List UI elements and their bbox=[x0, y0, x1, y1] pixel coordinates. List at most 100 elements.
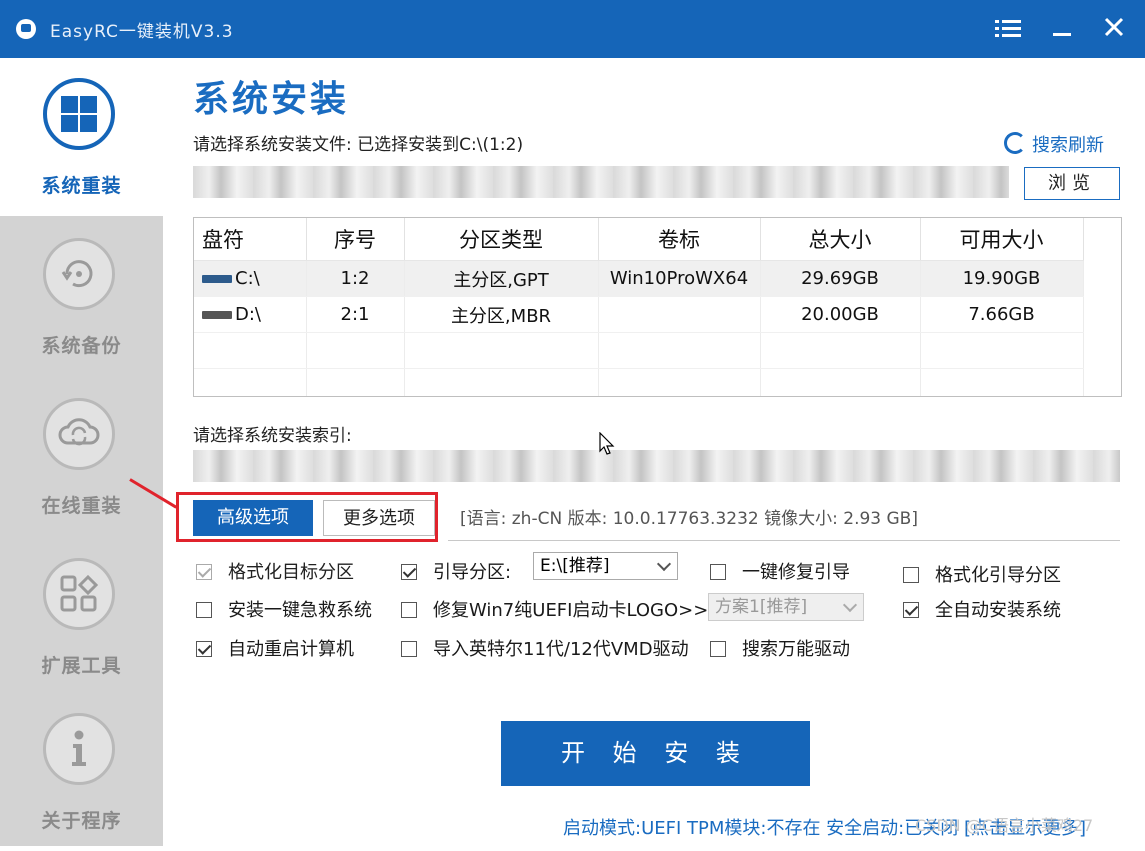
repair-boot-checkbox[interactable]: 一键修复引导 bbox=[710, 558, 850, 584]
watermark: CSDN @C语言小菜鸡27 bbox=[915, 816, 1094, 835]
drive-icon bbox=[202, 275, 232, 283]
sidebar-item-label: 扩展工具 bbox=[41, 655, 122, 677]
tab-more-options[interactable]: 更多选项 bbox=[323, 500, 435, 536]
column-header[interactable]: 序号 bbox=[306, 218, 405, 261]
checkbox-icon bbox=[401, 602, 417, 618]
drive-letter: D:\ bbox=[235, 304, 261, 325]
option-label: 格式化引导分区 bbox=[935, 565, 1061, 586]
cloud-sync-icon bbox=[43, 398, 115, 470]
repair-win7-checkbox[interactable]: 修复Win7纯UEFI启动卡LOGO>> bbox=[401, 596, 708, 622]
volume-label bbox=[598, 296, 761, 333]
option-label: 导入英特尔11代/12代VMD驱动 bbox=[433, 639, 689, 660]
refresh-button[interactable]: 搜索刷新 bbox=[1004, 131, 1104, 157]
table-row-empty bbox=[194, 332, 1084, 369]
boot-partition-checkbox[interactable]: 引导分区: bbox=[401, 558, 511, 584]
auto-install-checkbox[interactable]: 全自动安装系统 bbox=[903, 596, 1061, 622]
column-header[interactable]: 分区类型 bbox=[404, 218, 599, 261]
install-file-path-field[interactable] bbox=[193, 166, 1009, 198]
menu-icon[interactable] bbox=[992, 14, 1024, 44]
image-info-text: [语言: zh-CN 版本: 10.0.17763.3232 镜像大小: 2.9… bbox=[460, 509, 918, 529]
drive-icon bbox=[202, 311, 232, 319]
checkbox-icon bbox=[903, 567, 919, 583]
auto-reboot-checkbox[interactable]: 自动重启计算机 bbox=[196, 635, 354, 661]
total-size: 29.69GB bbox=[760, 260, 921, 297]
chevron-down-icon bbox=[842, 597, 858, 613]
select-value: 方案1[推荐] bbox=[715, 597, 808, 617]
total-size: 20.00GB bbox=[760, 296, 921, 333]
checkbox-icon bbox=[710, 564, 726, 580]
sidebar-item-system-reinstall[interactable]: 系统重装 bbox=[0, 58, 163, 216]
partition-index: 2:1 bbox=[306, 296, 405, 333]
sidebar-item-label: 在线重装 bbox=[41, 495, 122, 517]
chevron-down-icon bbox=[656, 556, 672, 572]
checkbox-icon bbox=[196, 564, 212, 580]
checkbox-icon bbox=[903, 602, 919, 618]
windows-icon bbox=[43, 78, 115, 150]
sidebar-item-extension-tools[interactable]: 扩展工具 bbox=[0, 538, 163, 696]
boot-partition-select[interactable]: E:\[推荐] bbox=[533, 552, 678, 580]
volume-label: Win10ProWX64 bbox=[598, 260, 761, 297]
table-row-empty bbox=[194, 368, 1084, 396]
browse-button[interactable]: 浏览 bbox=[1024, 167, 1120, 200]
column-header[interactable]: 可用大小 bbox=[920, 218, 1084, 261]
table-row[interactable]: C:\ 1:2 主分区,GPT Win10ProWX64 29.69GB 19.… bbox=[194, 260, 1084, 297]
tools-grid-icon bbox=[43, 558, 115, 630]
partition-type: 主分区,GPT bbox=[404, 260, 599, 297]
start-install-button[interactable]: 开 始 安 装 bbox=[501, 721, 810, 786]
close-icon[interactable] bbox=[1098, 14, 1130, 44]
install-index-select[interactable] bbox=[193, 450, 1120, 482]
option-label: 安装一键急救系统 bbox=[228, 600, 372, 621]
backup-icon bbox=[43, 238, 115, 310]
sidebar-item-system-backup[interactable]: 系统备份 bbox=[0, 218, 163, 376]
tab-advanced-options[interactable]: 高级选项 bbox=[193, 500, 313, 536]
minimize-icon[interactable] bbox=[1046, 14, 1078, 44]
option-label: 修复Win7纯UEFI启动卡LOGO>> bbox=[433, 600, 709, 621]
app-icon bbox=[16, 19, 36, 39]
sidebar-item-about[interactable]: 关于程序 bbox=[0, 693, 163, 851]
option-label: 自动重启计算机 bbox=[228, 639, 354, 660]
refresh-label: 搜索刷新 bbox=[1032, 135, 1104, 156]
checkbox-icon bbox=[401, 564, 417, 580]
sidebar-item-online-reinstall[interactable]: 在线重装 bbox=[0, 378, 163, 536]
install-file-label: 请选择系统安装文件: 已选择安装到C:\(1:2) bbox=[193, 135, 524, 155]
free-size: 7.66GB bbox=[920, 296, 1084, 333]
install-rescue-checkbox[interactable]: 安装一键急救系统 bbox=[196, 596, 372, 622]
sidebar-item-label: 系统重装 bbox=[41, 175, 122, 197]
drive-letter: C:\ bbox=[235, 268, 260, 289]
title-bar: EasyRC一键装机V3.3 bbox=[0, 0, 1145, 58]
table-row[interactable]: D:\ 2:1 主分区,MBR 20.00GB 7.66GB bbox=[194, 296, 1084, 333]
checkbox-icon bbox=[710, 641, 726, 657]
install-index-label: 请选择系统安装索引: bbox=[193, 426, 352, 446]
image-info-bar: [语言: zh-CN 版本: 10.0.17763.3232 镜像大小: 2.9… bbox=[448, 509, 1120, 541]
table-header-row: 盘符 序号 分区类型 卷标 总大小 可用大小 bbox=[194, 218, 1084, 261]
mouse-cursor-icon bbox=[599, 431, 615, 460]
disk-partition-table: 盘符 序号 分区类型 卷标 总大小 可用大小 C:\ 1:2 主分区,GPT W… bbox=[193, 217, 1122, 397]
sidebar-item-label: 系统备份 bbox=[41, 335, 122, 357]
search-driver-checkbox[interactable]: 搜索万能驱动 bbox=[710, 635, 850, 661]
option-label: 一键修复引导 bbox=[742, 562, 850, 583]
checkbox-icon bbox=[196, 602, 212, 618]
option-label: 全自动安装系统 bbox=[935, 600, 1061, 621]
select-value: E:\[推荐] bbox=[540, 556, 610, 576]
column-header[interactable]: 总大小 bbox=[760, 218, 921, 261]
repair-scheme-select[interactable]: 方案1[推荐] bbox=[708, 593, 864, 621]
checkbox-icon bbox=[196, 641, 212, 657]
info-icon bbox=[43, 713, 115, 785]
option-label: 格式化目标分区 bbox=[228, 562, 354, 583]
refresh-icon bbox=[1004, 132, 1026, 154]
partition-type: 主分区,MBR bbox=[404, 296, 599, 333]
format-target-checkbox[interactable]: 格式化目标分区 bbox=[196, 558, 354, 584]
window-title: EasyRC一键装机V3.3 bbox=[50, 22, 234, 42]
import-intel-vmd-checkbox[interactable]: 导入英特尔11代/12代VMD驱动 bbox=[401, 635, 689, 661]
sidebar-item-label: 关于程序 bbox=[41, 810, 122, 832]
page-title: 系统安装 bbox=[193, 79, 350, 120]
free-size: 19.90GB bbox=[920, 260, 1084, 297]
partition-index: 1:2 bbox=[306, 260, 405, 297]
option-label: 搜索万能驱动 bbox=[742, 639, 850, 660]
checkbox-icon bbox=[401, 641, 417, 657]
sidebar: 系统重装 系统备份 在线重装 扩展工具 关于程序 bbox=[0, 58, 163, 846]
format-boot-checkbox[interactable]: 格式化引导分区 bbox=[903, 561, 1061, 587]
column-header[interactable]: 盘符 bbox=[194, 218, 307, 261]
option-label: 引导分区: bbox=[433, 562, 512, 583]
column-header[interactable]: 卷标 bbox=[598, 218, 761, 261]
